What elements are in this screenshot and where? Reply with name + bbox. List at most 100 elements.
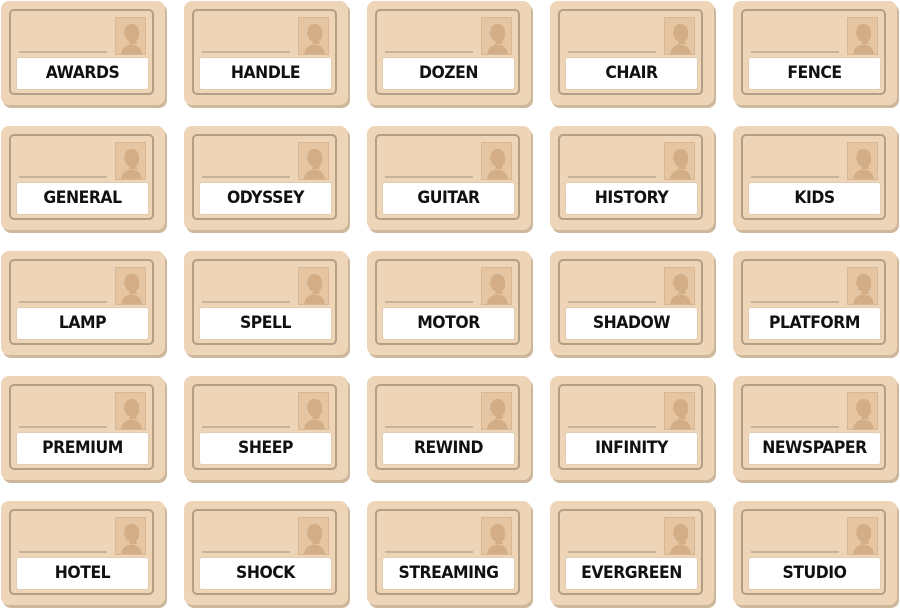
word-plate: CHAIR	[566, 58, 697, 89]
name-line	[751, 51, 839, 53]
card-face: EVERGREEN	[550, 501, 714, 605]
portrait-silhouette-icon	[298, 392, 329, 430]
word-card[interactable]: FENCE	[733, 1, 899, 108]
card-word: AWARDS	[45, 63, 120, 83]
name-line	[385, 51, 473, 53]
portrait-silhouette-icon	[847, 142, 878, 180]
card-word: NEWSPAPER	[762, 438, 867, 458]
portrait-silhouette-icon	[847, 267, 878, 305]
name-line	[568, 301, 656, 303]
word-plate: HANDLE	[200, 58, 331, 89]
word-plate: ODYSSEY	[200, 183, 331, 214]
name-line	[568, 426, 656, 428]
card-word: SHADOW	[592, 313, 671, 333]
word-card[interactable]: EVERGREEN	[550, 501, 716, 608]
card-word: REWIND	[413, 438, 484, 458]
name-line	[751, 301, 839, 303]
word-card[interactable]: STUDIO	[733, 501, 899, 608]
word-card[interactable]: GENERAL	[1, 126, 167, 233]
card-face: INFINITY	[550, 376, 714, 480]
portrait-silhouette-icon	[847, 517, 878, 555]
word-card[interactable]: INFINITY	[550, 376, 716, 483]
word-card[interactable]: STREAMING	[367, 501, 533, 608]
word-card[interactable]: CHAIR	[550, 1, 716, 108]
card-face: HOTEL	[1, 501, 165, 605]
word-card[interactable]: HANDLE	[184, 1, 350, 108]
word-plate: GENERAL	[17, 183, 148, 214]
portrait-silhouette-icon	[664, 142, 695, 180]
card-face: KIDS	[733, 126, 897, 230]
word-card[interactable]: PREMIUM	[1, 376, 167, 483]
card-word: PREMIUM	[42, 438, 123, 458]
word-card[interactable]: PLATFORM	[733, 251, 899, 358]
word-plate: MOTOR	[383, 308, 514, 339]
card-word: GUITAR	[417, 188, 480, 208]
card-word: DOZEN	[418, 63, 479, 83]
card-word: INFINITY	[595, 438, 668, 458]
portrait-silhouette-icon	[298, 267, 329, 305]
portrait-silhouette-icon	[298, 517, 329, 555]
word-card[interactable]: REWIND	[367, 376, 533, 483]
portrait-silhouette-icon	[847, 392, 878, 430]
name-line	[751, 551, 839, 553]
name-line	[19, 51, 107, 53]
word-plate: SHADOW	[566, 308, 697, 339]
card-face: PLATFORM	[733, 251, 897, 355]
word-plate: PLATFORM	[749, 308, 880, 339]
name-line	[385, 551, 473, 553]
card-face: HANDLE	[184, 1, 348, 105]
card-word: KIDS	[794, 188, 835, 208]
card-face: ODYSSEY	[184, 126, 348, 230]
codenames-word-grid: AWARDS HANDLE DOZEN CHAIR FENCE GENERAL ODYSSE…	[0, 0, 900, 609]
name-line	[751, 426, 839, 428]
card-word: EVERGREEN	[581, 563, 682, 583]
portrait-silhouette-icon	[481, 267, 512, 305]
word-plate: LAMP	[17, 308, 148, 339]
name-line	[385, 176, 473, 178]
name-line	[385, 426, 473, 428]
card-word: HISTORY	[594, 188, 669, 208]
word-plate: HOTEL	[17, 558, 148, 589]
word-card[interactable]: SHOCK	[184, 501, 350, 608]
word-plate: EVERGREEN	[566, 558, 697, 589]
word-plate: STUDIO	[749, 558, 880, 589]
portrait-silhouette-icon	[481, 142, 512, 180]
card-word: ODYSSEY	[226, 188, 305, 208]
name-line	[19, 176, 107, 178]
word-card[interactable]: GUITAR	[367, 126, 533, 233]
word-card[interactable]: SHEEP	[184, 376, 350, 483]
word-plate: SPELL	[200, 308, 331, 339]
word-card[interactable]: DOZEN	[367, 1, 533, 108]
portrait-silhouette-icon	[664, 517, 695, 555]
name-line	[568, 51, 656, 53]
word-card[interactable]: NEWSPAPER	[733, 376, 899, 483]
word-plate: AWARDS	[17, 58, 148, 89]
name-line	[202, 51, 290, 53]
word-card[interactable]: LAMP	[1, 251, 167, 358]
word-card[interactable]: HOTEL	[1, 501, 167, 608]
portrait-silhouette-icon	[847, 17, 878, 55]
card-word: HOTEL	[54, 563, 111, 583]
word-card[interactable]: AWARDS	[1, 1, 167, 108]
card-face: PREMIUM	[1, 376, 165, 480]
word-card[interactable]: SPELL	[184, 251, 350, 358]
card-face: STUDIO	[733, 501, 897, 605]
portrait-silhouette-icon	[115, 517, 146, 555]
word-card[interactable]: SHADOW	[550, 251, 716, 358]
card-word: PLATFORM	[769, 313, 860, 333]
word-plate: DOZEN	[383, 58, 514, 89]
name-line	[385, 301, 473, 303]
word-card[interactable]: HISTORY	[550, 126, 716, 233]
word-card[interactable]: KIDS	[733, 126, 899, 233]
name-line	[19, 426, 107, 428]
card-word: STREAMING	[398, 563, 499, 583]
name-line	[202, 301, 290, 303]
word-card[interactable]: ODYSSEY	[184, 126, 350, 233]
card-face: AWARDS	[1, 1, 165, 105]
card-word: SHOCK	[236, 563, 295, 583]
word-plate: NEWSPAPER	[749, 433, 880, 464]
word-card[interactable]: MOTOR	[367, 251, 533, 358]
name-line	[568, 176, 656, 178]
card-face: GUITAR	[367, 126, 531, 230]
word-plate: KIDS	[749, 183, 880, 214]
